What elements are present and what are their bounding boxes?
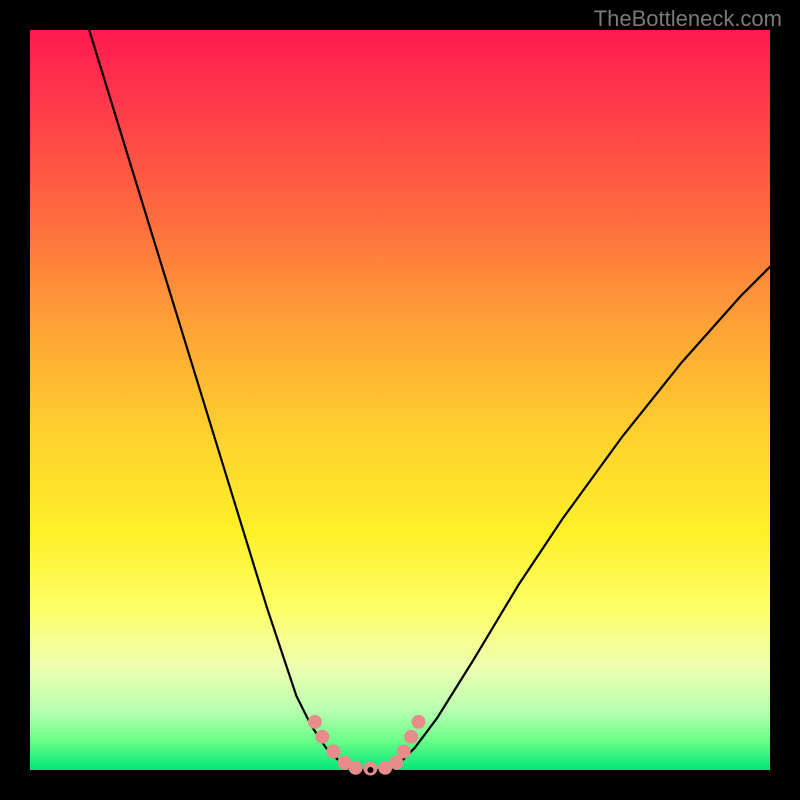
series-left-branch	[89, 30, 352, 770]
valley-marker-dot	[315, 730, 329, 744]
chart-svg	[30, 30, 770, 770]
minimum-point-marker	[367, 767, 373, 773]
curve-lines	[89, 30, 770, 770]
valley-marker-dot	[326, 745, 340, 759]
valley-marker-dot	[404, 730, 418, 744]
valley-marker-dot	[397, 745, 411, 759]
valley-marker-dot	[412, 715, 426, 729]
plot-area	[30, 30, 770, 770]
valley-marker-dot	[349, 761, 363, 775]
valley-marker-dot	[308, 715, 322, 729]
series-right-branch	[393, 267, 770, 770]
watermark-text: TheBottleneck.com	[594, 6, 782, 32]
